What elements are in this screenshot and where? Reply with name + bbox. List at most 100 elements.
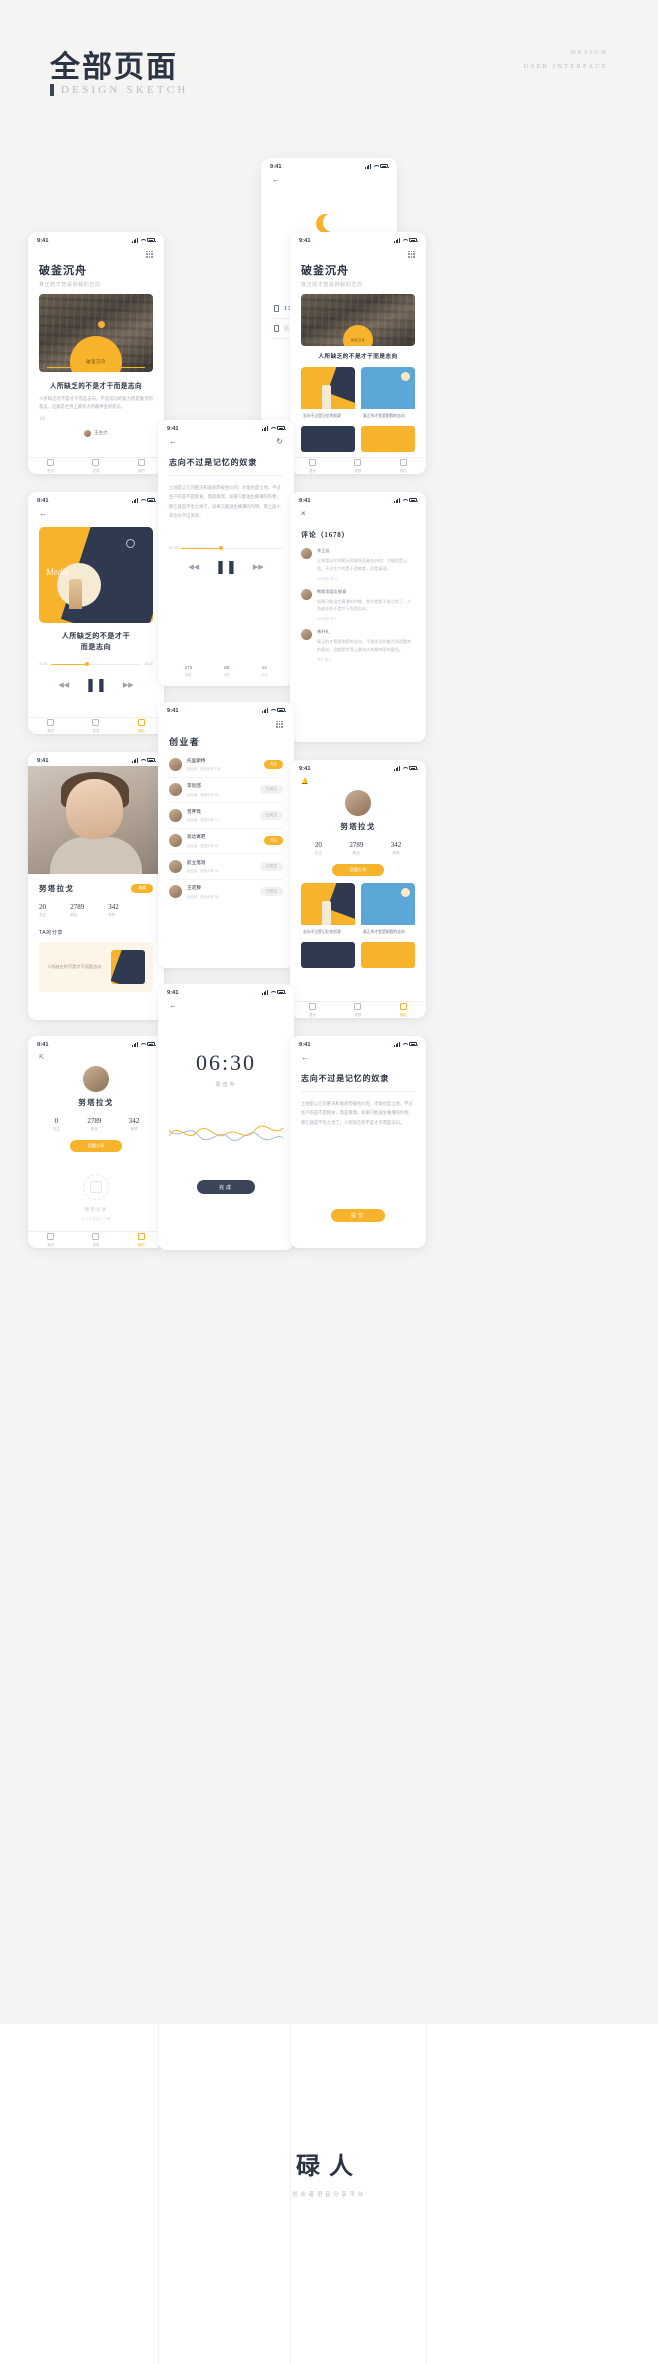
stat-likes[interactable]: 342 获赞 <box>391 841 402 856</box>
grid-icon[interactable] <box>408 250 415 258</box>
prev-button[interactable]: ◀◀ <box>188 563 199 571</box>
submit-button[interactable]: 提交 <box>331 1209 385 1222</box>
grid-icon[interactable] <box>146 250 153 258</box>
progress-slider[interactable] <box>50 661 142 666</box>
tab-discover[interactable]: 发现 <box>92 1233 100 1247</box>
tab-profile[interactable]: 我的 <box>399 1003 407 1017</box>
stat-followers[interactable]: 2789 粉丝 <box>87 1117 101 1132</box>
tab-discover[interactable]: 发现 <box>354 459 362 473</box>
empty-state: 暂无分享 去上去录制一个吧 <box>39 1174 153 1222</box>
list-item[interactable]: 托里斯特 创业者 · 语音分享 128 关注 <box>169 752 283 778</box>
back-button[interactable]: ← <box>169 1002 177 1010</box>
mini-card[interactable] <box>301 941 355 968</box>
card-image <box>361 883 415 925</box>
follow-button[interactable]: 关注 <box>263 759 283 769</box>
status-bar: 9:41 <box>158 420 294 434</box>
article-author[interactable]: 王右力 <box>39 429 153 437</box>
wifi-icon <box>140 1042 145 1046</box>
tab-discover[interactable]: 发现 <box>92 459 100 473</box>
follow-button[interactable]: 关注 <box>263 836 283 846</box>
list-item[interactable]: 曾弃琉 创业者 · 语音分享 74 已关注 <box>169 803 283 829</box>
back-button[interactable]: ← <box>39 510 47 518</box>
follow-button[interactable]: 已关注 <box>260 887 283 897</box>
share-icon[interactable]: ⇱ <box>39 1055 44 1061</box>
avatar[interactable] <box>83 1066 109 1092</box>
stat-followers[interactable]: 2789 粉丝 <box>349 841 363 856</box>
list-item[interactable]: 高达寓吧 创业者 · 语音分享 52 关注 <box>169 829 283 854</box>
mini-card[interactable] <box>361 941 415 968</box>
home-icon <box>309 1003 317 1011</box>
stat-likes[interactable]: 342 获赞 <box>108 903 119 918</box>
comment-author[interactable]: 李王佳 <box>317 548 415 554</box>
explore-card[interactable]: 真正的才智是刚毅的志向 <box>361 367 415 420</box>
tab-profile[interactable]: 我的 <box>137 1233 145 1247</box>
mini-card[interactable] <box>301 425 355 452</box>
list-item[interactable]: 航立落洞 创业者 · 语音分享 41 已关注 <box>169 854 283 880</box>
card-caption: 志向不过是记忆的奴隶 <box>303 930 341 934</box>
tab-discover[interactable]: 发现 <box>92 719 100 733</box>
follow-button[interactable]: 已关注 <box>260 810 283 820</box>
share-card[interactable]: 人所缺乏的不是才干而是志向 <box>39 942 153 992</box>
comment-author[interactable]: 熊斯用語太郁意 <box>317 589 415 595</box>
quote-icon: ❝ <box>39 412 46 428</box>
player-controls: ◀◀ ❚❚ ▶▶ <box>169 559 283 575</box>
stat-following[interactable]: 20 关注 <box>39 903 46 918</box>
signal-icon <box>394 1042 400 1047</box>
list-item[interactable]: 王诺穆 创业者 · 语音分享 33 已关注 <box>169 880 283 905</box>
done-button[interactable]: 完成 <box>197 1180 255 1194</box>
profile-card[interactable]: 真正的才智是刚毅的志向 <box>361 883 415 936</box>
article-hero-image[interactable]: 破釜沉舟 <box>39 294 153 372</box>
seek-bar-row[interactable]: 01:32 <box>169 546 283 550</box>
tab-home[interactable]: 首页 <box>309 459 317 473</box>
play-pause-button[interactable]: ❚❚ <box>85 677 107 693</box>
refresh-icon[interactable]: ↻ <box>276 438 283 446</box>
tab-home[interactable]: 首页 <box>47 459 55 473</box>
stat-following[interactable]: 20 关注 <box>315 841 322 856</box>
mini-card[interactable] <box>361 425 415 452</box>
close-button[interactable]: × <box>301 510 306 518</box>
signal-icon <box>365 164 371 169</box>
comment-author[interactable]: 曾秆礼 <box>317 629 415 635</box>
explore-title: 破釜沉舟 <box>301 265 349 277</box>
tab-home[interactable]: 首页 <box>47 1233 55 1247</box>
tab-profile[interactable]: 我的 <box>137 719 145 733</box>
edit-button[interactable]: 编辑 <box>131 884 153 893</box>
tab-home[interactable]: 首页 <box>47 719 55 733</box>
signal-icon <box>132 758 138 763</box>
share-button[interactable]: 话题分享 <box>70 1140 122 1152</box>
follow-button[interactable]: 已关注 <box>260 785 283 795</box>
tab-home[interactable]: 首页 <box>309 1003 317 1017</box>
next-button[interactable]: ▶▶ <box>123 681 134 689</box>
tab-profile[interactable]: 我的 <box>137 459 145 473</box>
back-button[interactable]: ← <box>301 1054 309 1062</box>
stat-following[interactable]: 0 关注 <box>53 1117 60 1132</box>
back-button[interactable]: ← <box>169 438 177 446</box>
avatar[interactable] <box>345 790 371 816</box>
next-button[interactable]: ▶▶ <box>253 563 264 571</box>
stat-likes[interactable]: 342 获赞 <box>129 1117 140 1132</box>
stat-likes[interactable]: 58 点赞 <box>223 665 229 677</box>
tab-discover[interactable]: 发现 <box>354 1003 362 1017</box>
play-pause-button[interactable]: ❚❚ <box>215 559 237 575</box>
seek-bar-row[interactable]: 01:32 06:30 <box>39 661 153 666</box>
tab-profile[interactable]: 我的 <box>399 459 407 473</box>
battery-icon <box>409 1042 418 1047</box>
stat-plays[interactable]: 276 播放 <box>185 665 193 677</box>
article-subtitle: 真正的才智是刚毅的志向 <box>39 282 101 288</box>
progress-slider[interactable] <box>180 546 283 551</box>
stat-followers[interactable]: 2789 粉丝 <box>70 903 84 918</box>
stat-comments[interactable]: 12 评论 <box>261 665 267 677</box>
follow-button[interactable]: 已关注 <box>260 861 283 871</box>
explore-hero-image[interactable]: 破釜沉舟 <box>301 294 415 346</box>
bell-icon[interactable]: 🔔 <box>301 779 308 785</box>
back-button[interactable]: ← <box>272 176 280 184</box>
empty-title: 暂无分享 <box>84 1207 108 1212</box>
share-button[interactable]: 话题分享 <box>332 864 384 876</box>
explore-card[interactable]: 志向不过是记忆的奴隶 <box>301 367 355 420</box>
grid-icon[interactable] <box>276 720 283 728</box>
list-item[interactable]: 李思邵 创业者 · 语音分享 96 已关注 <box>169 778 283 803</box>
comment-meta: 2小时前 赞 12 <box>317 576 339 581</box>
profile-card[interactable]: 志向不过是记忆的奴隶 <box>301 883 355 936</box>
prev-button[interactable]: ◀◀ <box>58 681 69 689</box>
status-time: 9:41 <box>37 497 49 504</box>
